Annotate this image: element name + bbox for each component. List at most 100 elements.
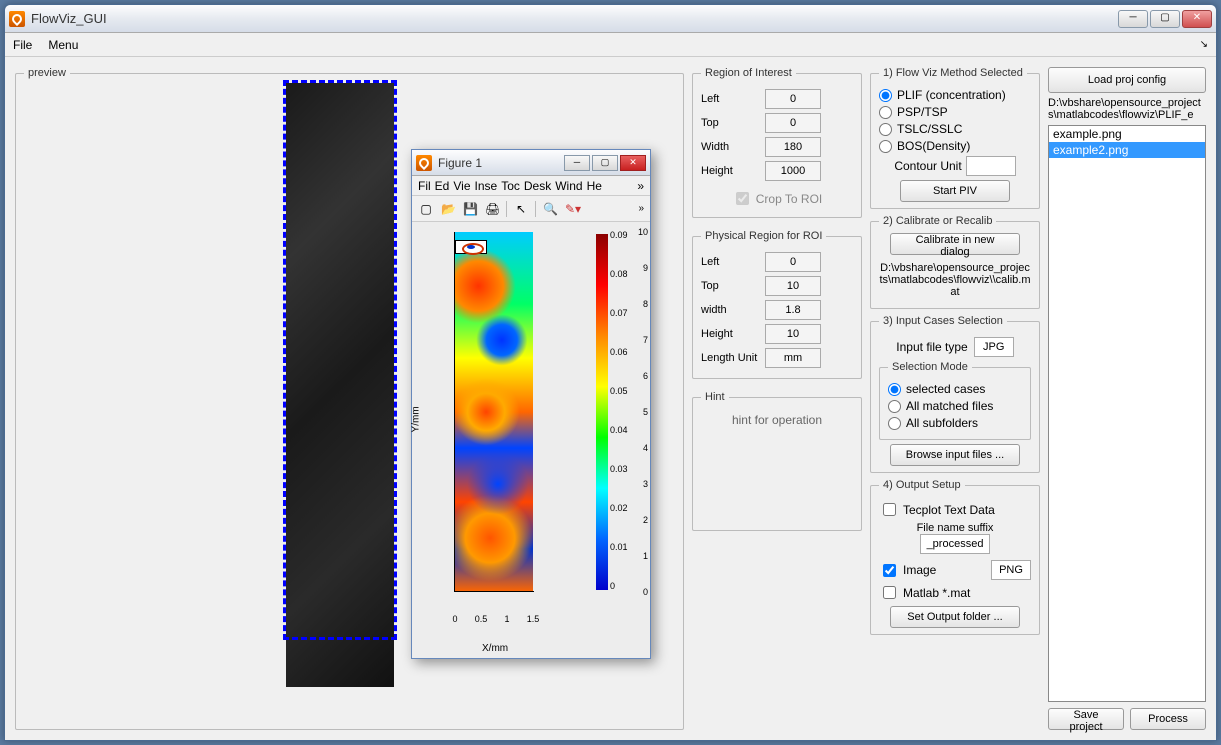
toolbar-overflow-icon[interactable]: »	[638, 203, 644, 214]
roi-left-input[interactable]	[765, 89, 821, 109]
phys-top-input[interactable]	[765, 276, 821, 296]
output-legend: 4) Output Setup	[879, 479, 965, 491]
titlebar[interactable]: FlowViz_GUI ─ ▢ ✕	[5, 5, 1216, 33]
roi-top-label: Top	[701, 117, 759, 129]
roi-height-input[interactable]	[765, 161, 821, 181]
minimize-button[interactable]: ─	[1118, 10, 1148, 28]
phys-unit-input[interactable]	[765, 348, 821, 368]
save-project-button[interactable]: Save project	[1048, 708, 1124, 730]
pointer-icon[interactable]: ↖	[513, 201, 529, 217]
y-tick: 10	[628, 227, 648, 237]
mode-selected-radio[interactable]	[888, 383, 901, 396]
fig-menu-desktop[interactable]: Desk	[524, 179, 551, 193]
physical-roi-panel: Physical Region for ROI Left Top width H…	[692, 230, 862, 379]
fig-menu-window[interactable]: Wind	[555, 179, 582, 193]
method-psp-radio[interactable]	[879, 106, 892, 119]
set-output-folder-button[interactable]: Set Output folder ...	[890, 606, 1020, 628]
figure-close-button[interactable]: ✕	[620, 155, 646, 171]
x-tick: 1	[504, 614, 509, 624]
method-legend: 1) Flow Viz Method Selected	[879, 67, 1027, 79]
calibrate-button[interactable]: Calibrate in new dialog	[890, 233, 1020, 255]
fig-menu-edit[interactable]: Ed	[435, 179, 450, 193]
cb-tick: 0.06	[610, 347, 628, 357]
tecplot-checkbox[interactable]	[883, 503, 896, 516]
suffix-input[interactable]	[920, 534, 990, 554]
matlab-checkbox[interactable]	[883, 586, 896, 599]
preview-legend: preview	[24, 67, 70, 79]
fig-menu-insert[interactable]: Inse	[475, 179, 498, 193]
phys-left-input[interactable]	[765, 252, 821, 272]
fig-menu-file[interactable]: Fil	[418, 179, 431, 193]
method-bos-radio[interactable]	[879, 140, 892, 153]
phys-height-label: Height	[701, 328, 759, 340]
right-column: Load proj config D:\vbshare\opensource_p…	[1048, 67, 1206, 730]
calib-legend: 2) Calibrate or Recalib	[879, 215, 996, 227]
fig-menu-help[interactable]: He	[587, 179, 602, 193]
phys-top-label: Top	[701, 280, 759, 292]
phys-legend: Physical Region for ROI	[701, 230, 826, 242]
roi-left-label: Left	[701, 93, 759, 105]
close-button[interactable]: ✕	[1182, 10, 1212, 28]
list-item[interactable]: example.png	[1049, 126, 1205, 142]
fig-menu-view[interactable]: Vie	[453, 179, 470, 193]
method-tslc-radio[interactable]	[879, 123, 892, 136]
mode-subfolders-radio[interactable]	[888, 417, 901, 430]
calibrate-panel: 2) Calibrate or Recalib Calibrate in new…	[870, 215, 1040, 309]
zoom-in-icon[interactable]: 🔍	[542, 201, 558, 217]
input-cases-panel: 3) Input Cases Selection Input file type…	[870, 315, 1040, 473]
hint-legend: Hint	[701, 391, 729, 403]
save-icon[interactable]: 💾	[462, 201, 478, 217]
load-proj-config-button[interactable]: Load proj config	[1048, 67, 1206, 93]
open-icon[interactable]: 📂	[440, 201, 456, 217]
cb-tick: 0.04	[610, 425, 628, 435]
new-figure-icon[interactable]: ▢	[418, 201, 434, 217]
y-tick: 7	[628, 335, 648, 345]
image-format-input[interactable]	[991, 560, 1031, 580]
method-plif-label: PLIF (concentration)	[897, 88, 1006, 102]
phys-height-input[interactable]	[765, 324, 821, 344]
figure-icon	[416, 155, 432, 171]
menu-menu[interactable]: Menu	[48, 38, 78, 52]
figure-minimize-button[interactable]: ─	[564, 155, 590, 171]
y-tick: 0	[628, 587, 648, 597]
print-icon[interactable]: 🖨	[484, 201, 500, 217]
menu-file[interactable]: File	[13, 38, 32, 52]
process-button[interactable]: Process	[1130, 708, 1206, 730]
app-icon	[9, 11, 25, 27]
menubar: File Menu ↘	[5, 33, 1216, 57]
y-tick: 2	[628, 515, 648, 525]
maximize-button[interactable]: ▢	[1150, 10, 1180, 28]
start-piv-button[interactable]: Start PIV	[900, 180, 1010, 202]
figure-axes[interactable]: 10 9 8 7 6 5 4 3 2 1 0 0 0.5 1 1.5 Y/mm	[412, 222, 650, 658]
y-tick: 8	[628, 299, 648, 309]
roi-top-input[interactable]	[765, 113, 821, 133]
fig-menu-tools[interactable]: Toc	[501, 179, 520, 193]
y-axis-label: Y/mm	[411, 406, 422, 432]
mode-matched-radio[interactable]	[888, 400, 901, 413]
crop-to-roi-checkbox[interactable]	[736, 192, 749, 205]
output-panel: 4) Output Setup Tecplot Text Data File n…	[870, 479, 1040, 635]
method-plif-radio[interactable]	[879, 89, 892, 102]
main-window: FlowViz_GUI ─ ▢ ✕ File Menu ↘ preview Fi…	[4, 4, 1217, 741]
figure-titlebar[interactable]: Figure 1 ─ ▢ ✕	[412, 150, 650, 176]
figure-window[interactable]: Figure 1 ─ ▢ ✕ Fil Ed Vie Inse Toc Desk …	[411, 149, 651, 659]
preview-panel: preview Figure 1 ─ ▢ ✕ Fil Ed Vie	[15, 67, 684, 730]
menubar-overflow-icon[interactable]: ↘	[1200, 39, 1208, 50]
roi-width-input[interactable]	[765, 137, 821, 157]
mode-subfolders-label: All subfolders	[906, 416, 978, 430]
phys-width-input[interactable]	[765, 300, 821, 320]
browse-input-button[interactable]: Browse input files ...	[890, 444, 1020, 466]
list-item[interactable]: example2.png	[1049, 142, 1205, 158]
fig-menu-overflow-icon[interactable]: »	[637, 179, 644, 193]
roi-selection-box[interactable]	[283, 80, 397, 640]
file-listbox[interactable]: example.png example2.png	[1048, 125, 1206, 702]
matlab-label: Matlab *.mat	[903, 586, 970, 600]
filetype-label: Input file type	[896, 340, 967, 354]
image-checkbox[interactable]	[883, 564, 896, 577]
figure-maximize-button[interactable]: ▢	[592, 155, 618, 171]
filetype-input[interactable]	[974, 337, 1014, 357]
y-tick: 9	[628, 263, 648, 273]
crop-to-roi-label: Crop To ROI	[756, 192, 822, 206]
brush-icon[interactable]: ✎▾	[564, 201, 580, 217]
contour-unit-input[interactable]	[966, 156, 1016, 176]
